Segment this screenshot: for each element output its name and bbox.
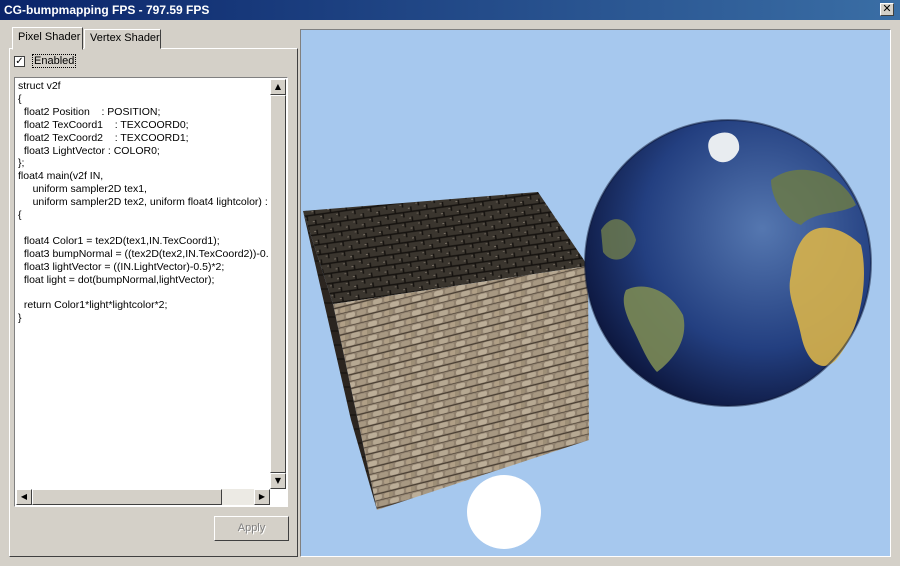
apply-button[interactable]: Apply — [214, 516, 289, 541]
arrow-up-icon: ▲ — [274, 82, 282, 91]
vertical-scroll-thumb[interactable] — [270, 95, 286, 473]
shader-code-editor[interactable]: struct v2f { float2 Position : POSITION;… — [14, 77, 288, 507]
arrow-right-icon: ▶ — [258, 492, 266, 501]
earth-globe — [584, 119, 872, 407]
arrow-left-icon: ◀ — [20, 492, 28, 501]
shader-code-text[interactable]: struct v2f { float2 Position : POSITION;… — [18, 80, 278, 325]
enabled-label[interactable]: Enabled — [32, 54, 77, 68]
cobblestone-cube — [303, 192, 589, 510]
scroll-left-button[interactable]: ◀ — [16, 489, 32, 505]
close-button[interactable]: ✕ — [880, 3, 894, 16]
render-viewport[interactable] — [300, 29, 891, 557]
horizontal-scrollbar[interactable]: ◀ ▶ — [16, 489, 270, 505]
arrow-down-icon: ▼ — [274, 476, 282, 485]
scroll-up-button[interactable]: ▲ — [270, 79, 286, 95]
scroll-right-button[interactable]: ▶ — [254, 489, 270, 505]
enabled-checkbox[interactable]: ✓ — [14, 55, 25, 67]
scene-canvas — [303, 119, 872, 549]
enabled-checkbox-row[interactable]: ✓ Enabled — [14, 53, 77, 69]
tab-label: Pixel Shader — [18, 31, 81, 43]
light-sphere — [467, 475, 541, 549]
title-bar: CG-bumpmapping FPS - 797.59 FPS ✕ — [0, 0, 900, 20]
tab-vertex-shader[interactable]: Vertex Shader — [84, 29, 161, 49]
vertical-scrollbar[interactable]: ▲ ▼ — [270, 79, 286, 489]
tab-label: Vertex Shader — [90, 32, 160, 44]
check-icon: ✓ — [15, 55, 24, 67]
apply-button-label: Apply — [237, 522, 266, 534]
scroll-down-button[interactable]: ▼ — [270, 473, 286, 489]
window-title: CG-bumpmapping FPS - 797.59 FPS — [4, 3, 210, 17]
close-icon: ✕ — [882, 2, 892, 15]
tab-pixel-shader[interactable]: Pixel Shader — [12, 27, 83, 50]
horizontal-scroll-thumb[interactable] — [32, 489, 222, 505]
